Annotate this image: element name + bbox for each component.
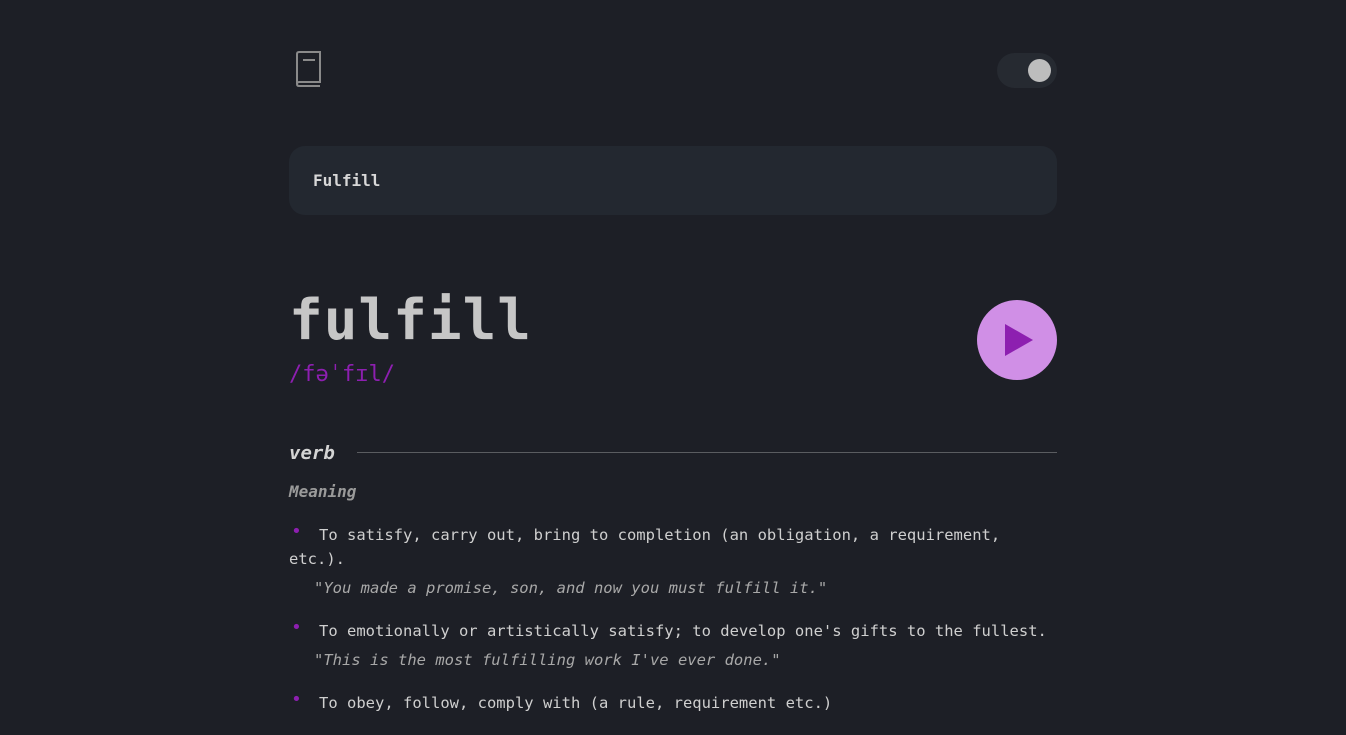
definition-text: To satisfy, carry out, bring to completi… [289,526,1001,568]
definition-text: To obey, follow, comply with (a rule, re… [319,694,833,712]
header [289,50,1057,90]
part-of-speech-row: verb [289,440,1057,466]
toggle-knob [1028,59,1051,82]
bullet-icon: • [291,521,302,542]
definition-item: • To emotionally or artistically satisfy;… [289,617,1057,671]
search-input[interactable] [313,146,1013,215]
play-icon [1005,324,1033,356]
bullet-icon: • [291,689,302,710]
definition-item: • To satisfy, carry out, bring to complet… [289,521,1057,599]
definition-text-wrap: • To emotionally or artistically satisfy;… [289,617,1057,643]
definition-example: "This is the most fulfilling work I've e… [314,651,781,669]
part-of-speech: verb [289,442,335,464]
book-icon[interactable] [294,51,324,87]
play-button[interactable] [977,300,1057,380]
bullet-icon: • [291,617,302,638]
meaning-label: Meaning [289,482,357,501]
definitions-list: • To satisfy, carry out, bring to complet… [289,521,1057,735]
definition-text-wrap: • To satisfy, carry out, bring to complet… [289,521,1057,571]
definition-item: • To obey, follow, comply with (a rule, r… [289,689,1057,715]
theme-toggle[interactable] [997,53,1057,88]
headword: fulfill [289,288,533,353]
divider [357,452,1057,453]
search-box [289,146,1057,215]
phonetic: /fəˈfɪl/ [289,362,395,387]
definition-example: "You made a promise, son, and now you mu… [314,579,828,597]
definition-text-wrap: • To obey, follow, comply with (a rule, r… [289,689,1057,715]
definition-text: To emotionally or artistically satisfy; … [319,622,1047,640]
